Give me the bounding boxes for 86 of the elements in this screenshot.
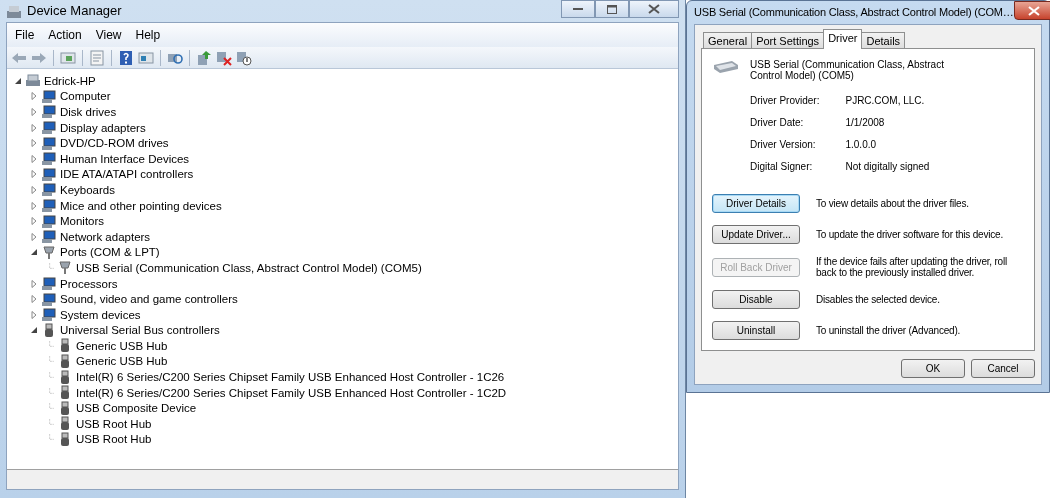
tree-item[interactable]: Ports (COM & LPT) bbox=[60, 245, 160, 260]
device-icon bbox=[41, 166, 57, 182]
tree-item[interactable]: Human Interface Devices bbox=[60, 151, 190, 166]
window-title: Device Manager bbox=[27, 2, 122, 21]
menu-item[interactable]: View bbox=[89, 25, 128, 45]
action-button[interactable]: Disable bbox=[712, 290, 800, 309]
device-icon bbox=[41, 213, 57, 229]
update-driver-icon[interactable] bbox=[196, 49, 212, 66]
tree-item[interactable]: USB Root Hub bbox=[76, 416, 152, 431]
menu-item[interactable]: Action bbox=[42, 25, 88, 45]
computer-icon bbox=[6, 4, 22, 19]
close-button[interactable] bbox=[629, 0, 679, 18]
tab[interactable]: Driver bbox=[823, 29, 863, 49]
property-label: Driver Provider: bbox=[750, 94, 820, 108]
tree-item[interactable]: Edrick-HP bbox=[44, 73, 96, 88]
tree-item[interactable]: IDE ATA/ATAPI controllers bbox=[60, 167, 194, 182]
tree-item[interactable]: Network adapters bbox=[60, 229, 151, 244]
device-icon bbox=[41, 135, 57, 151]
property-value: 1.0.0.0 bbox=[845, 138, 878, 152]
tree-item[interactable]: Disk drives bbox=[60, 105, 117, 119]
action-button[interactable]: Update Driver... bbox=[712, 225, 800, 244]
action-button[interactable]: Uninstall bbox=[712, 321, 800, 340]
restore-icon bbox=[607, 4, 617, 14]
tree-item[interactable]: DVD/CD-ROM drives bbox=[60, 136, 169, 151]
close-icon bbox=[1027, 5, 1040, 16]
device-icon bbox=[41, 120, 57, 136]
action-description: If the device fails after updating the driver, roll back to the previously installed driver. bbox=[816, 256, 1009, 278]
tree-item[interactable]: Generic USB Hub bbox=[76, 338, 168, 353]
device-icon bbox=[41, 307, 57, 323]
menu-item[interactable]: File bbox=[9, 25, 41, 45]
uninstall-icon[interactable] bbox=[216, 49, 232, 66]
tree-item[interactable]: USB Serial (Communication Class, Abstract Control Model) (COM5) bbox=[76, 260, 422, 275]
tree-item[interactable]: Monitors bbox=[60, 214, 105, 229]
close-icon bbox=[648, 4, 660, 14]
property-value: Not digitally signed bbox=[845, 160, 931, 174]
dialog-title: USB Serial (Communication Class, Abstract Control Model) (COM… bbox=[694, 5, 1014, 21]
device-icon bbox=[41, 182, 57, 198]
property-label: Driver Date: bbox=[750, 116, 805, 130]
minimize-icon bbox=[573, 7, 583, 11]
tree-item[interactable]: Intel(R) 6 Series/C200 Series Chipset Family USB Enhanced Host Controller - 1C2D bbox=[76, 385, 507, 400]
dialog-button[interactable]: OK bbox=[901, 359, 965, 378]
tree-item[interactable]: System devices bbox=[60, 307, 141, 322]
dialog-button[interactable]: Cancel bbox=[971, 359, 1035, 378]
property-value: PJRC.COM, LLC. bbox=[845, 94, 926, 108]
tree-item[interactable]: Sound, video and game controllers bbox=[60, 292, 238, 307]
tree-item[interactable]: USB Composite Device bbox=[76, 401, 197, 416]
device-icon bbox=[41, 198, 57, 214]
expander-icon[interactable] bbox=[29, 325, 39, 336]
serial-port-icon bbox=[41, 244, 57, 260]
tree-item[interactable]: Universal Serial Bus controllers bbox=[60, 323, 220, 338]
action-description: To view details about the driver files. bbox=[816, 198, 970, 209]
minimize-button[interactable] bbox=[561, 0, 595, 18]
tree-item[interactable]: Mice and other pointing devices bbox=[60, 198, 222, 213]
panel-icon[interactable] bbox=[60, 49, 76, 66]
serial-port-icon bbox=[712, 59, 740, 75]
view-panel-icon[interactable] bbox=[138, 49, 154, 66]
maximize-button[interactable] bbox=[595, 0, 629, 18]
tree-item[interactable]: Generic USB Hub bbox=[76, 354, 168, 369]
serial-port-icon bbox=[57, 260, 73, 276]
property-value: 1/1/2008 bbox=[845, 116, 886, 130]
device-icon bbox=[41, 291, 57, 307]
action-description: To uninstall the driver (Advanced). bbox=[816, 325, 962, 336]
action-description: To update the driver software for this device. bbox=[816, 229, 1004, 240]
device-icon bbox=[41, 229, 57, 245]
disable-icon[interactable] bbox=[236, 49, 252, 66]
tree-item[interactable]: Computer bbox=[60, 89, 111, 104]
properties-icon[interactable] bbox=[89, 49, 105, 66]
tree-item[interactable]: Keyboards bbox=[60, 182, 115, 197]
device-icon bbox=[41, 151, 57, 167]
tree-item[interactable]: Processors bbox=[60, 276, 118, 291]
help-icon[interactable] bbox=[118, 49, 134, 66]
action-button[interactable]: Driver Details bbox=[712, 194, 800, 213]
action-description: Disables the selected device. bbox=[816, 294, 941, 305]
tree-item[interactable]: Display adapters bbox=[60, 120, 146, 135]
property-label: Digital Signer: bbox=[750, 160, 814, 174]
device-icon bbox=[41, 276, 57, 291]
device-name: USB Serial (Communication Class, Abstract Control Model) (COM5) bbox=[750, 59, 945, 81]
tree-item[interactable]: USB Root Hub bbox=[76, 432, 152, 447]
close-button[interactable] bbox=[1013, 1, 1050, 20]
device-icon bbox=[41, 88, 57, 104]
menu-item[interactable]: Help bbox=[129, 25, 167, 45]
tree-item[interactable]: Intel(R) 6 Series/C200 Series Chipset Family USB Enhanced Host Controller - 1C26 bbox=[76, 370, 505, 385]
computer-icon bbox=[25, 73, 41, 89]
device-icon bbox=[41, 104, 57, 120]
expander-icon[interactable] bbox=[29, 247, 39, 258]
property-label: Driver Version: bbox=[750, 138, 817, 152]
